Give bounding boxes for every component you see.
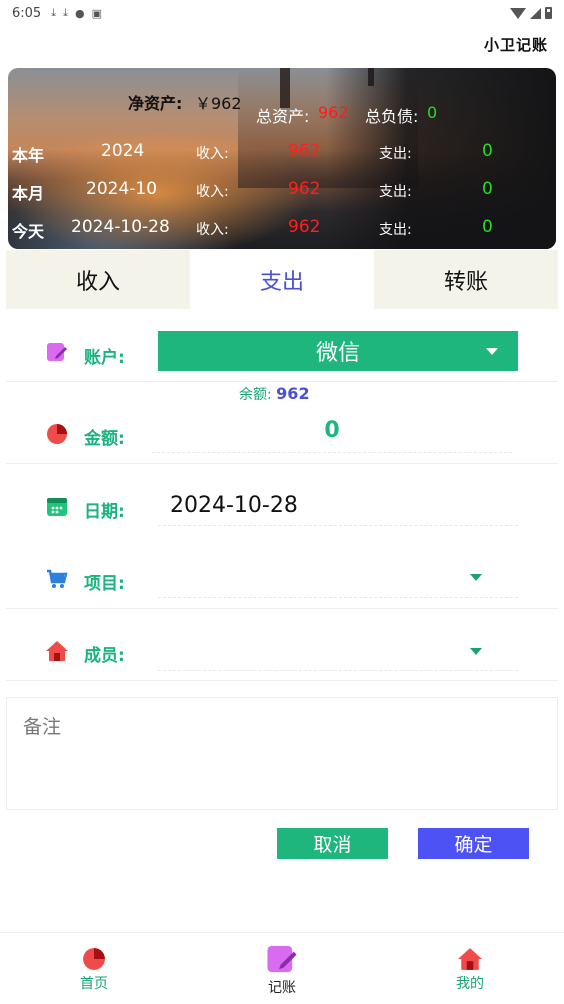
tab-expense[interactable]: 支出 xyxy=(190,250,374,309)
wifi-icon xyxy=(510,7,526,19)
app-title: 小卫记账 xyxy=(483,36,548,54)
item-select[interactable] xyxy=(158,558,518,598)
chevron-down-icon xyxy=(470,648,482,655)
year-expense-value: 0 xyxy=(482,141,493,161)
month-expense-label: 支出: xyxy=(379,184,412,200)
member-label: 成员: xyxy=(84,646,125,666)
month-income-value: 962 xyxy=(288,179,321,199)
signal-icon xyxy=(530,7,541,19)
status-bar: 6:05 ⤓ ⤓ ● ▣ xyxy=(0,0,564,26)
summary-card: 净资产: ￥962 总资产: 962 总负债: 0 本年 2024 收入: 96… xyxy=(8,68,556,249)
date-input[interactable]: 2024-10-28 xyxy=(158,486,518,526)
edit-note-icon xyxy=(47,343,67,361)
chevron-down-icon xyxy=(470,574,482,581)
home-icon xyxy=(46,641,68,661)
year-period: 2024 xyxy=(101,141,145,161)
nav-item-bookkeeping[interactable]: 记账 xyxy=(242,943,322,997)
month-label: 本月 xyxy=(12,184,45,203)
today-income-value: 962 xyxy=(288,217,321,237)
account-value: 微信 xyxy=(315,341,360,366)
nav-item-mine[interactable]: 我的 xyxy=(430,947,510,993)
calendar-icon xyxy=(47,498,67,516)
total-debt-label: 总负债: xyxy=(365,107,419,126)
today-expense-label: 支出: xyxy=(379,222,412,238)
remark-input[interactable]: 备注 xyxy=(6,697,558,810)
confirm-button[interactable]: 确定 xyxy=(418,828,529,859)
nav-mine-label: 我的 xyxy=(456,976,484,992)
tab-transfer[interactable]: 转账 xyxy=(374,250,558,309)
background-photo xyxy=(326,68,556,249)
month-period: 2024-10 xyxy=(86,179,158,199)
edit-note-icon xyxy=(267,945,297,973)
member-select[interactable] xyxy=(158,631,518,671)
amount-input[interactable]: 0 xyxy=(152,408,512,453)
today-income-label: 收入: xyxy=(196,222,229,238)
download-icon: ⤓ xyxy=(51,6,57,19)
download-icon: ⤓ xyxy=(63,6,68,19)
app-notification-icon: ▣ xyxy=(91,6,102,20)
item-row: 项目: xyxy=(6,546,558,609)
cart-icon xyxy=(47,569,68,588)
nav-bookkeeping-label: 记账 xyxy=(268,980,296,996)
tab-income[interactable]: 收入 xyxy=(6,250,190,309)
year-expense-label: 支出: xyxy=(379,146,412,162)
total-debt-value: 0 xyxy=(427,103,438,122)
today-label: 今天 xyxy=(12,222,45,241)
net-assets-value: ￥962 xyxy=(195,94,242,113)
amount-label: 金额: xyxy=(84,429,125,449)
account-label: 账户: xyxy=(84,348,125,368)
bottom-nav: 首页 记账 我的 xyxy=(0,932,564,1004)
status-time: 6:05 xyxy=(12,5,42,21)
chevron-down-icon xyxy=(486,348,498,355)
date-label: 日期: xyxy=(84,502,125,522)
total-assets-value: 962 xyxy=(318,103,349,122)
account-row: 账户: 微信 xyxy=(6,310,558,382)
today-expense-value: 0 xyxy=(482,217,493,237)
battery-icon xyxy=(545,7,552,19)
member-row: 成员: xyxy=(6,609,558,681)
nav-home-label: 首页 xyxy=(80,976,108,992)
alert-icon: ● xyxy=(74,6,85,20)
pie-chart-icon xyxy=(83,948,105,970)
status-right xyxy=(510,7,552,19)
year-label: 本年 xyxy=(12,146,45,165)
net-assets-label: 净资产: xyxy=(128,94,183,113)
total-assets-label: 总资产: xyxy=(256,107,310,126)
today-period: 2024-10-28 xyxy=(71,217,170,237)
home-icon xyxy=(458,948,482,970)
nav-item-home[interactable]: 首页 xyxy=(54,947,134,993)
cancel-button[interactable]: 取消 xyxy=(277,828,388,859)
month-expense-value: 0 xyxy=(482,179,493,199)
type-tabs: 收入 支出 转账 xyxy=(6,250,558,309)
month-income-label: 收入: xyxy=(196,184,229,200)
date-row: 日期: 2024-10-28 xyxy=(6,464,558,546)
year-income-value: 962 xyxy=(288,141,321,161)
pie-chart-icon xyxy=(47,424,67,444)
year-income-label: 收入: xyxy=(196,146,229,162)
item-label: 项目: xyxy=(84,574,125,594)
account-select[interactable]: 微信 xyxy=(158,331,518,371)
background-photo xyxy=(280,68,290,108)
